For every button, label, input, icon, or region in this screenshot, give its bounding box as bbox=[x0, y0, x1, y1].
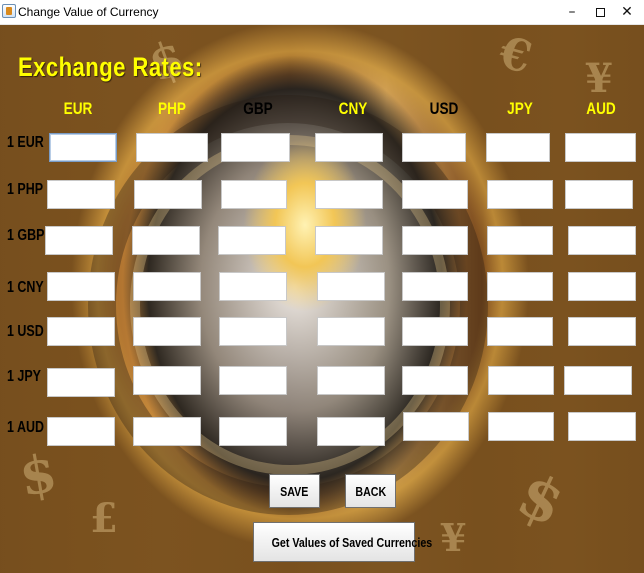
rate-input-php-aud[interactable] bbox=[565, 180, 633, 209]
rate-input-php-usd[interactable] bbox=[402, 180, 468, 209]
rate-input-php-cny[interactable] bbox=[315, 180, 383, 209]
row-header-usd: 1 USD bbox=[7, 323, 44, 340]
rate-input-aud-cny[interactable] bbox=[317, 417, 385, 446]
rate-input-aud-eur[interactable] bbox=[47, 417, 115, 446]
background-currency-glyph: $ bbox=[507, 459, 575, 541]
rate-input-usd-aud[interactable] bbox=[568, 317, 636, 346]
rate-input-jpy-jpy[interactable] bbox=[488, 366, 554, 395]
rate-input-aud-jpy[interactable] bbox=[488, 412, 554, 441]
column-header-cny: CNY bbox=[338, 99, 368, 118]
background-currency-glyph: $ bbox=[14, 442, 62, 509]
rate-input-jpy-php[interactable] bbox=[133, 366, 201, 395]
window-title: Change Value of Currency bbox=[18, 5, 159, 19]
background-currency-glyph: € bbox=[493, 26, 537, 85]
page-title: Exchange Rates: bbox=[18, 52, 203, 82]
row-header-eur: 1 EUR bbox=[7, 134, 44, 151]
rate-input-eur-gbp[interactable] bbox=[221, 133, 290, 162]
rate-input-cny-php[interactable] bbox=[133, 272, 201, 301]
rate-input-aud-usd[interactable] bbox=[403, 412, 469, 441]
rate-input-gbp-gbp[interactable] bbox=[218, 226, 286, 255]
row-header-cny: 1 CNY bbox=[7, 279, 44, 296]
rate-input-eur-php[interactable] bbox=[136, 133, 208, 162]
rate-input-usd-usd[interactable] bbox=[402, 317, 468, 346]
rate-input-usd-gbp[interactable] bbox=[219, 317, 287, 346]
rate-input-usd-php[interactable] bbox=[133, 317, 201, 346]
rate-input-eur-cny[interactable] bbox=[315, 133, 383, 162]
rate-input-jpy-gbp[interactable] bbox=[219, 366, 287, 395]
rate-input-gbp-jpy[interactable] bbox=[487, 226, 553, 255]
column-header-php: PHP bbox=[158, 99, 186, 118]
content-panel: $ € ¥ $ £ $ ¥ Exchange Rates: EUR PHP GB… bbox=[0, 25, 644, 573]
get-saved-values-button-label: Get Values of Saved Currencies bbox=[271, 534, 433, 550]
rate-input-php-eur[interactable] bbox=[47, 180, 115, 209]
close-button[interactable]: ✕ bbox=[610, 0, 644, 24]
rate-input-jpy-eur[interactable] bbox=[47, 368, 115, 397]
background-currency-glyph: £ bbox=[90, 495, 118, 542]
save-button-label: SAVE bbox=[280, 483, 309, 499]
rate-input-usd-jpy[interactable] bbox=[487, 317, 553, 346]
title-bar[interactable]: Change Value of Currency – ✕ bbox=[0, 0, 644, 25]
rate-input-aud-php[interactable] bbox=[133, 417, 201, 446]
rate-input-cny-usd[interactable] bbox=[402, 272, 468, 301]
rate-input-gbp-aud[interactable] bbox=[568, 226, 636, 255]
background-currency-glyph: ¥ bbox=[585, 55, 613, 102]
rate-input-gbp-cny[interactable] bbox=[315, 226, 383, 255]
get-saved-values-button[interactable]: Get Values of Saved Currencies bbox=[253, 522, 432, 562]
maximize-icon bbox=[595, 7, 605, 17]
back-button[interactable]: BACK bbox=[345, 474, 396, 508]
rate-input-aud-gbp[interactable] bbox=[219, 417, 287, 446]
rate-input-gbp-usd[interactable] bbox=[402, 226, 468, 255]
rate-input-php-gbp[interactable] bbox=[221, 180, 287, 209]
back-button-label: BACK bbox=[355, 483, 386, 499]
rate-input-aud-aud[interactable] bbox=[568, 412, 636, 441]
rate-input-cny-aud[interactable] bbox=[568, 272, 636, 301]
column-header-gbp: GBP bbox=[243, 99, 273, 118]
rate-input-jpy-cny[interactable] bbox=[317, 366, 385, 395]
rate-input-gbp-eur[interactable] bbox=[45, 226, 113, 255]
rate-input-eur-eur[interactable] bbox=[49, 133, 117, 162]
java-app-icon bbox=[2, 4, 16, 18]
rate-input-eur-jpy[interactable] bbox=[486, 133, 550, 162]
rate-input-php-php[interactable] bbox=[134, 180, 202, 209]
rate-input-gbp-php[interactable] bbox=[132, 226, 200, 255]
rate-input-eur-usd[interactable] bbox=[402, 133, 466, 162]
column-header-aud: AUD bbox=[586, 99, 616, 118]
save-button[interactable]: SAVE bbox=[269, 474, 320, 508]
row-header-aud: 1 AUD bbox=[7, 419, 44, 436]
column-header-jpy: JPY bbox=[507, 99, 533, 118]
rate-input-php-jpy[interactable] bbox=[487, 180, 553, 209]
column-header-eur: EUR bbox=[63, 99, 93, 118]
rate-input-cny-gbp[interactable] bbox=[219, 272, 287, 301]
rate-input-cny-jpy[interactable] bbox=[487, 272, 553, 301]
rate-input-usd-eur[interactable] bbox=[47, 317, 115, 346]
rate-input-cny-eur[interactable] bbox=[47, 272, 115, 301]
row-header-jpy: 1 JPY bbox=[7, 368, 42, 385]
rate-input-jpy-usd[interactable] bbox=[402, 366, 468, 395]
app-window: Change Value of Currency – ✕ $ € ¥ $ £ $… bbox=[0, 0, 644, 573]
rate-input-cny-cny[interactable] bbox=[317, 272, 385, 301]
rate-input-jpy-aud[interactable] bbox=[564, 366, 632, 395]
background-currency-glyph: ¥ bbox=[440, 515, 467, 560]
rate-input-usd-cny[interactable] bbox=[317, 317, 385, 346]
row-header-php: 1 PHP bbox=[7, 181, 44, 198]
row-header-gbp: 1 GBP bbox=[7, 227, 45, 244]
rate-input-eur-aud[interactable] bbox=[565, 133, 636, 162]
column-header-usd: USD bbox=[429, 99, 459, 118]
